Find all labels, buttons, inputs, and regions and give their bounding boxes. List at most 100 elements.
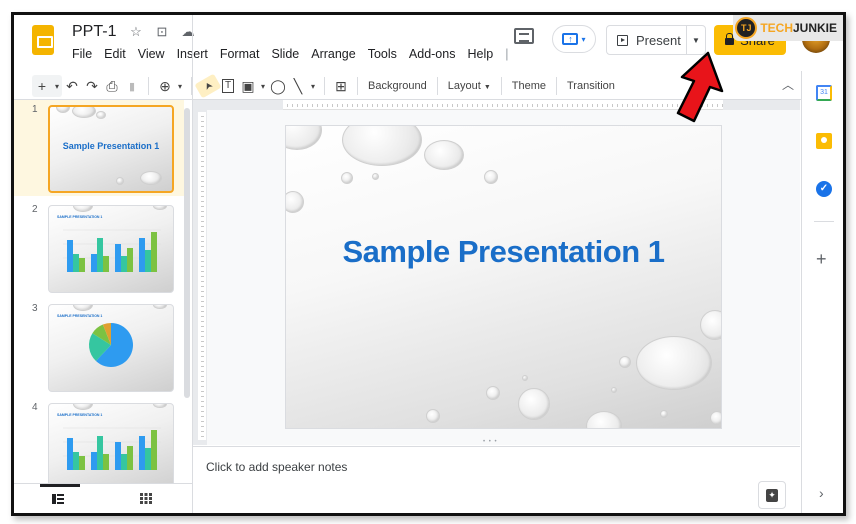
calendar-icon[interactable]: 31 — [816, 85, 832, 101]
present-label: Present — [636, 32, 681, 48]
thumbnail-bar — [127, 446, 133, 470]
present-button[interactable]: Present — [607, 26, 687, 54]
thumbnail-bar — [73, 254, 79, 272]
grid-view-icon[interactable] — [140, 493, 152, 504]
filmstrip-scrollbar[interactable] — [184, 108, 190, 398]
speaker-notes-placeholder[interactable]: Click to add speaker notes — [206, 460, 347, 474]
new-slide-dropdown[interactable]: ▾ — [52, 75, 62, 97]
menu-format[interactable]: Format — [220, 47, 260, 61]
side-panel: 31 ✓ + › — [801, 71, 843, 513]
menu-bar: File Edit View Insert Format Slide Arran… — [72, 47, 508, 61]
vertical-ruler[interactable] — [198, 112, 206, 440]
transition-button[interactable]: Transition — [563, 80, 619, 92]
thumbnail-bar — [67, 438, 73, 470]
slide-thumbnail-row[interactable]: 3 SAMPLE PRESENTATION 1 — [14, 299, 184, 395]
thumbnail-bar — [97, 238, 103, 272]
toolbar-divider — [324, 77, 325, 95]
slide-thumbnail-row[interactable]: 1 Sample Presentation 1 — [14, 100, 184, 196]
lock-icon — [725, 33, 735, 45]
get-addons-icon[interactable]: + — [816, 249, 827, 270]
line-dropdown[interactable]: ▾ — [308, 75, 318, 97]
present-to-meet-button[interactable]: ↑ ▾ — [552, 25, 596, 53]
notes-resize-handle[interactable]: • • • — [483, 439, 498, 445]
menu-edit[interactable]: Edit — [104, 47, 126, 61]
new-slide-button[interactable]: + — [32, 75, 52, 97]
toolbar-divider — [148, 77, 149, 95]
layout-button[interactable]: Layout ▼ — [444, 80, 495, 92]
present-options-dropdown[interactable]: ▼ — [687, 36, 705, 45]
shape-icon[interactable]: ◯ — [268, 75, 288, 97]
thumbnail-bar — [145, 250, 151, 272]
layout-label: Layout — [447, 80, 481, 92]
keep-icon[interactable] — [816, 133, 832, 149]
comment-history-icon[interactable] — [514, 28, 534, 44]
menu-tools[interactable]: Tools — [368, 47, 397, 61]
thumbnail-bar-chart — [63, 427, 161, 470]
collapse-menus-icon[interactable]: ︿ — [782, 76, 794, 93]
slide-thumbnail[interactable]: SAMPLE PRESENTATION 1 — [48, 403, 174, 483]
zoom-dropdown[interactable]: ▾ — [175, 75, 185, 97]
text-box-glyph: T — [221, 79, 235, 93]
toolbar-divider — [500, 77, 502, 95]
slide-number: 3 — [32, 303, 38, 314]
thumbnail-bar — [103, 256, 109, 272]
active-view-indicator — [40, 484, 80, 487]
slide-number: 1 — [32, 104, 38, 115]
slide-number: 2 — [32, 204, 38, 215]
expand-panel-icon[interactable]: › — [819, 485, 824, 501]
background-button[interactable]: Background — [364, 80, 431, 92]
move-to-folder-icon[interactable]: ⊡ — [154, 24, 170, 40]
print-icon[interactable]: ⎙ — [102, 75, 122, 97]
menu-addons[interactable]: Add-ons — [409, 47, 456, 61]
tasks-icon[interactable]: ✓ — [816, 181, 832, 197]
document-title[interactable]: PPT-1 — [72, 23, 116, 41]
thumbnail-bar — [97, 436, 103, 470]
menu-help[interactable]: Help — [467, 47, 493, 61]
slideshow-icon — [617, 34, 628, 46]
filmstrip-view-icon[interactable] — [52, 494, 64, 504]
thumbnail-bar — [67, 240, 73, 272]
thumbnail-bar — [79, 456, 85, 470]
slide-thumbnail[interactable]: Sample Presentation 1 — [48, 105, 174, 193]
watermark-junkie: JUNKIE — [792, 21, 837, 35]
thumbnail-bar — [115, 244, 121, 272]
slide-canvas[interactable]: Sample Presentation 1 — [285, 125, 722, 429]
thumbnail-bar — [139, 238, 145, 272]
app-window: PPT-1 ☆ ⊡ ☁ File Edit View Insert Format… — [11, 12, 846, 516]
techjunkie-logo-icon: TJ — [735, 17, 758, 39]
horizontal-ruler[interactable] — [283, 100, 723, 110]
redo-icon[interactable]: ↷ — [82, 75, 102, 97]
menu-view[interactable]: View — [138, 47, 165, 61]
slides-logo-icon[interactable] — [32, 25, 54, 55]
menu-slide[interactable]: Slide — [271, 47, 299, 61]
side-panel-divider — [814, 221, 834, 222]
slide-title[interactable]: Sample Presentation 1 — [286, 234, 721, 270]
star-icon[interactable]: ☆ — [128, 24, 144, 40]
thumbnail-bar — [115, 442, 121, 470]
paint-format-icon[interactable]: ▮ — [122, 75, 142, 97]
toolbar-divider — [556, 77, 557, 95]
menu-file[interactable]: File — [72, 47, 92, 61]
thumbnail-bar — [121, 454, 127, 470]
add-comment-icon[interactable]: ⊞ — [331, 75, 351, 97]
zoom-icon[interactable]: ⊕ — [155, 75, 175, 97]
slide-thumbnail[interactable]: SAMPLE PRESENTATION 1 — [48, 304, 174, 392]
chevron-down-icon: ▾ — [581, 34, 586, 44]
explore-button[interactable]: ✦ — [758, 481, 786, 509]
theme-button[interactable]: Theme — [508, 80, 550, 92]
thumbnail-bar — [145, 448, 151, 470]
line-icon[interactable]: ╲ — [288, 75, 308, 97]
slide-thumbnail-row[interactable]: 2 SAMPLE PRESENTATION 1 — [14, 200, 184, 296]
menu-arrange[interactable]: Arrange — [311, 47, 355, 61]
image-icon[interactable]: ▣ — [238, 75, 258, 97]
undo-icon[interactable]: ↶ — [62, 75, 82, 97]
thumbnail-bar — [91, 452, 97, 470]
slide-thumbnail-row[interactable]: 4 SAMPLE PRESENTATION 1 — [14, 398, 184, 483]
slide-thumbnail[interactable]: SAMPLE PRESENTATION 1 — [48, 205, 174, 293]
watermark-tech: TECH — [760, 21, 793, 35]
image-dropdown[interactable]: ▾ — [258, 75, 268, 97]
speaker-notes[interactable]: Click to add speaker notes ✦ — [193, 446, 800, 513]
thumbnail-bar — [73, 452, 79, 470]
cloud-saved-icon[interactable]: ☁ — [180, 24, 196, 40]
chevron-down-icon: ▼ — [483, 84, 491, 91]
